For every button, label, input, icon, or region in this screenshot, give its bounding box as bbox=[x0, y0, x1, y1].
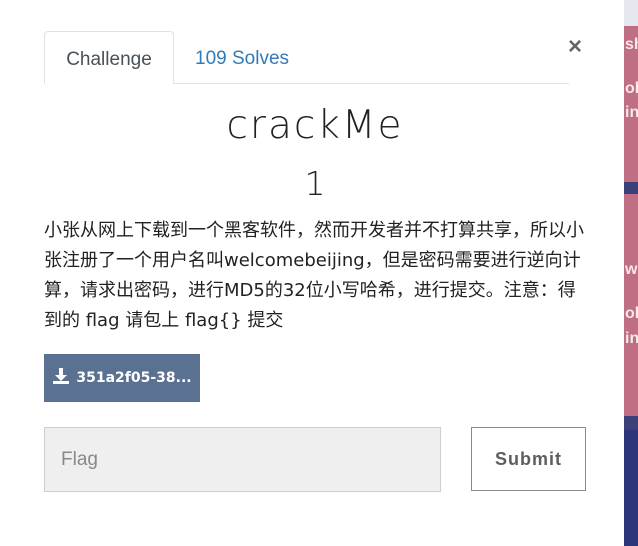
challenge-description: 小张从网上下载到一个黑客软件，然而开发者并不打算共享，所以小张注册了一个用户名叫… bbox=[44, 220, 584, 331]
background-text: in bbox=[625, 330, 638, 347]
flag-input[interactable] bbox=[44, 427, 441, 492]
tab-solves[interactable]: 109 Solves bbox=[195, 31, 289, 83]
modal-tabs: Challenge 109 Solves bbox=[44, 31, 569, 84]
background-text: ol bbox=[625, 305, 638, 322]
download-icon bbox=[52, 367, 70, 389]
challenge-value: 1 bbox=[304, 164, 326, 203]
file-download-button[interactable]: 351a2f05-38... bbox=[44, 354, 200, 402]
submit-button[interactable]: Submit bbox=[471, 427, 586, 491]
background-text: wa bbox=[625, 261, 638, 278]
background-text: sh bbox=[625, 36, 638, 53]
tab-challenge[interactable]: Challenge bbox=[44, 31, 174, 84]
challenge-modal: Challenge 109 Solves × crackMe 1 小张从网上下载… bbox=[0, 0, 624, 546]
background-text: ol bbox=[625, 80, 638, 97]
challenge-name: crackMe bbox=[226, 103, 404, 148]
close-button[interactable]: × bbox=[568, 34, 582, 60]
file-name: 351a2f05-38... bbox=[76, 370, 192, 386]
close-icon: × bbox=[568, 33, 583, 60]
